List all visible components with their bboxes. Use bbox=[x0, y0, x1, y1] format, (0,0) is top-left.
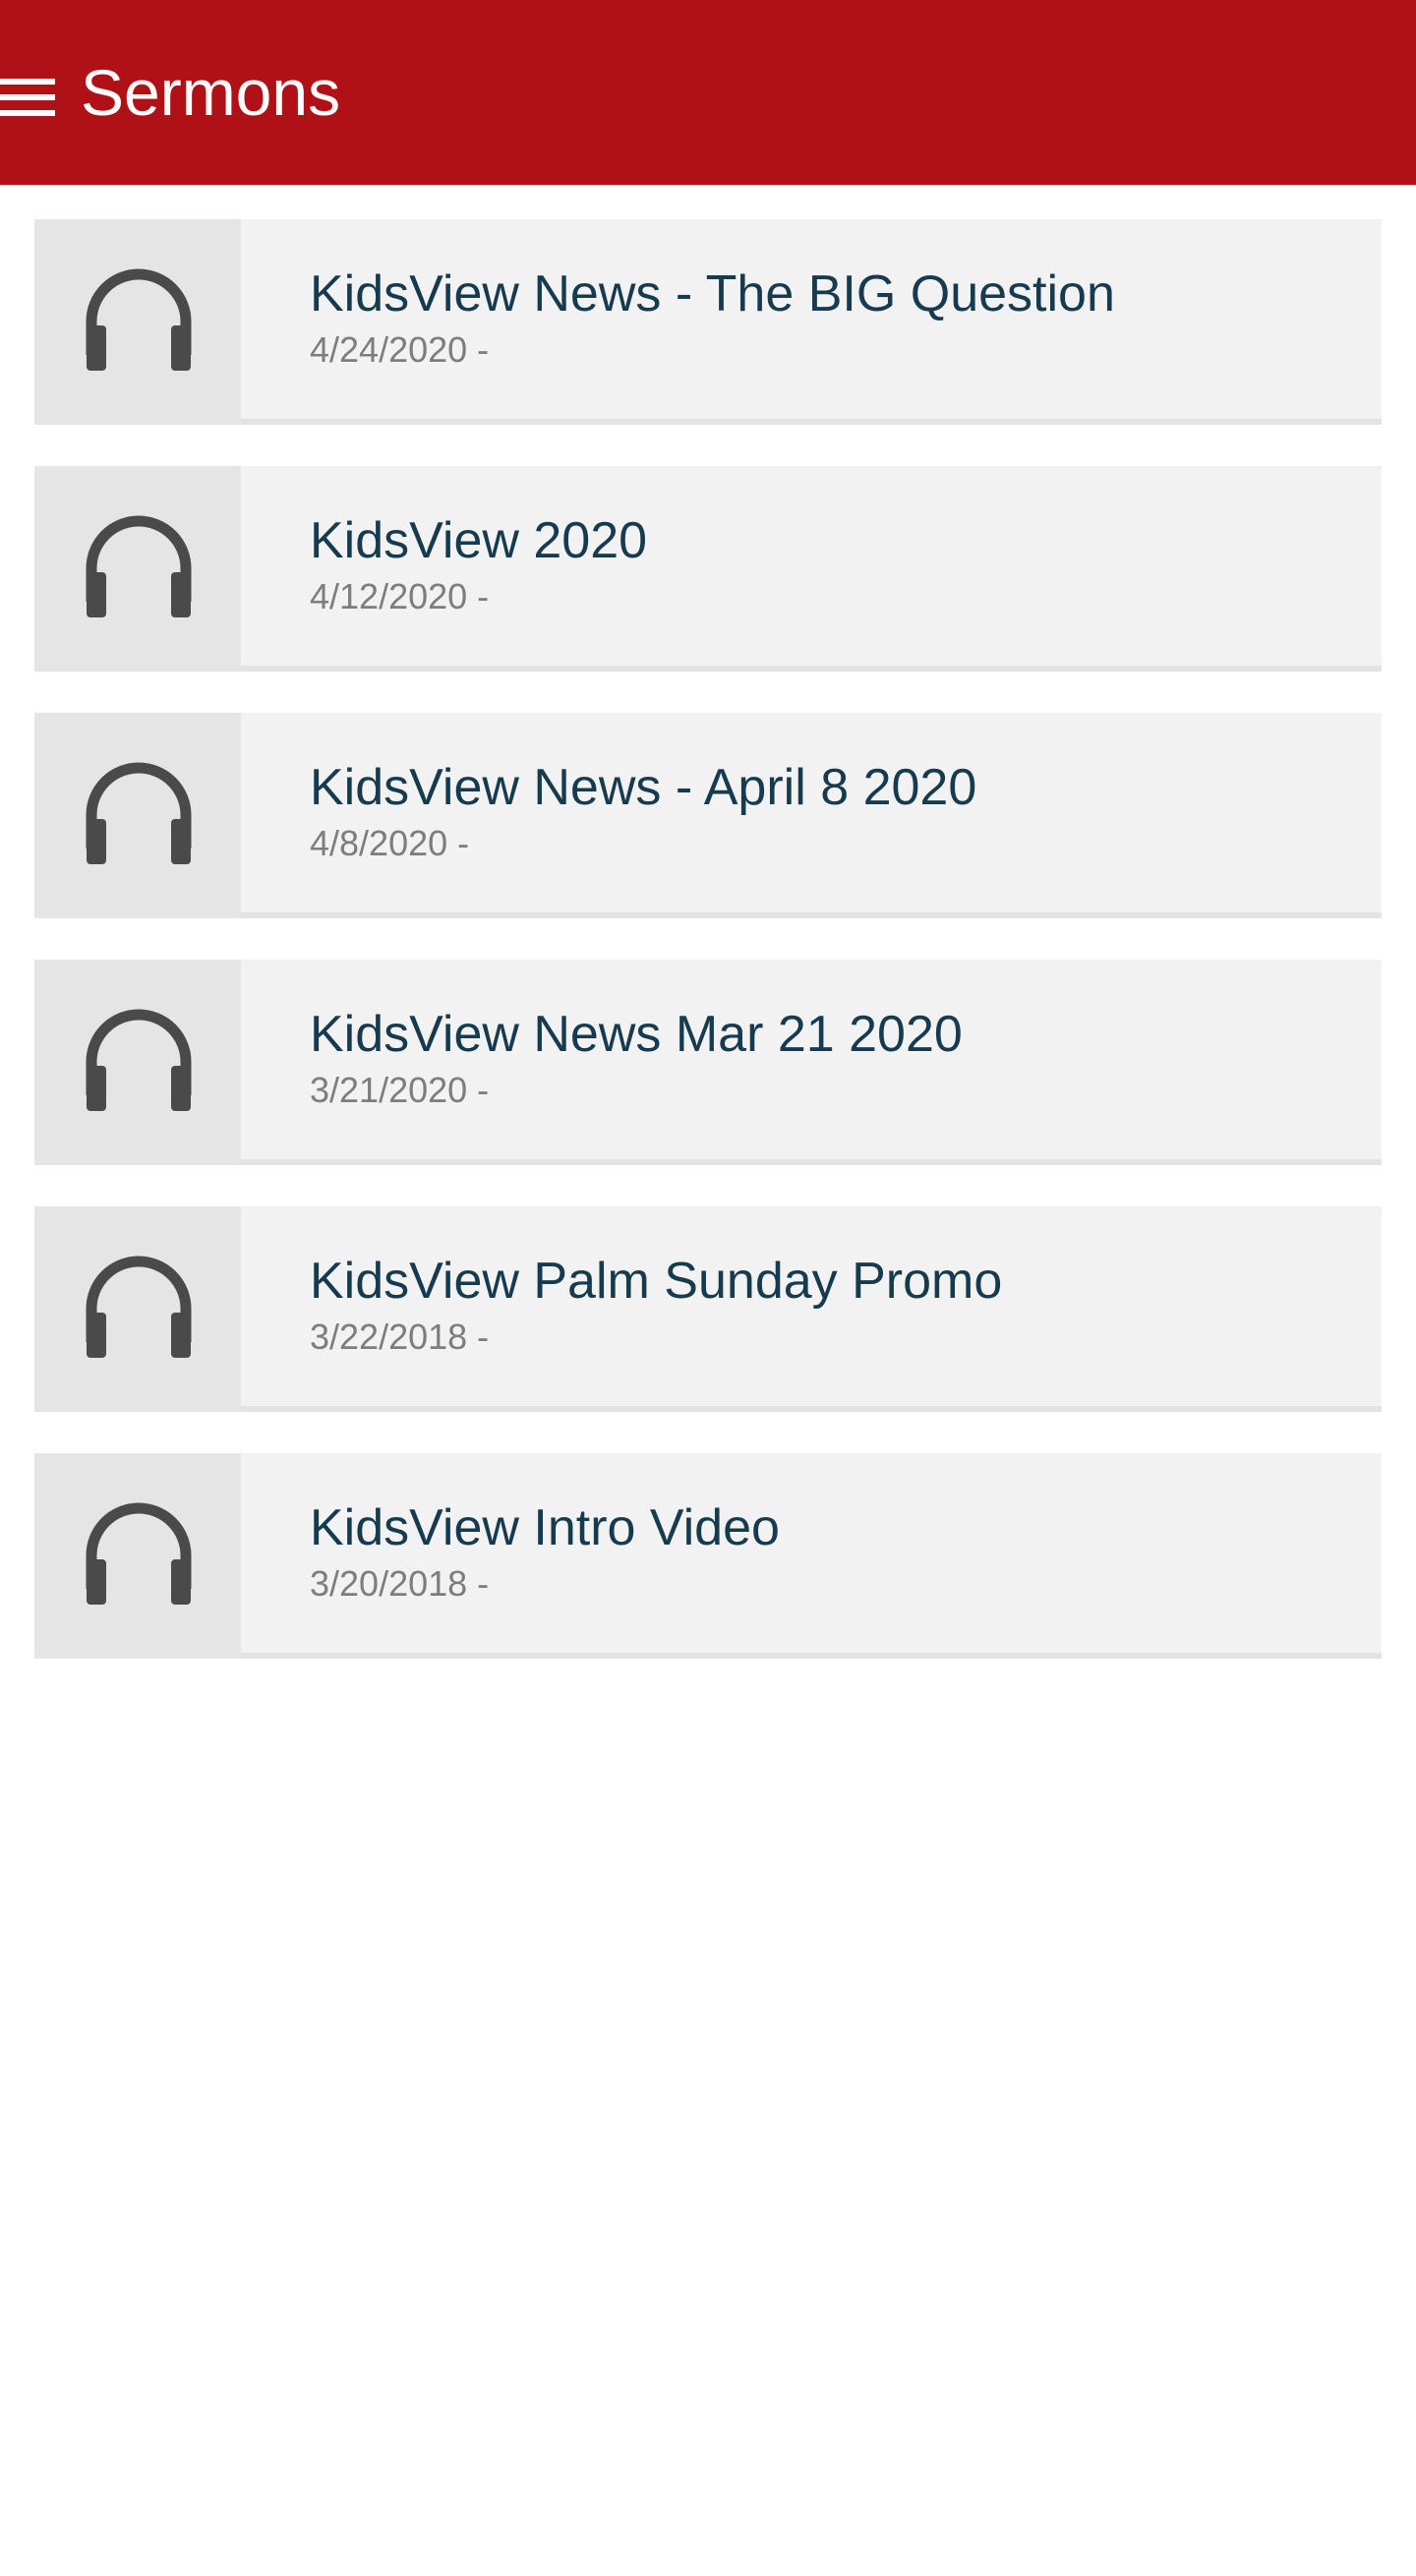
sermon-date: 4/24/2020 - bbox=[310, 329, 490, 370]
page-title: Sermons bbox=[81, 56, 341, 129]
sermon-title: KidsView Intro Video bbox=[310, 1499, 780, 1556]
sermon-date: 3/21/2020 - bbox=[310, 1070, 490, 1110]
sermon-thumbnail bbox=[34, 713, 241, 918]
sermon-title: KidsView News - The BIG Question bbox=[310, 265, 1115, 322]
headphones-icon bbox=[86, 1009, 192, 1111]
hamburger-menu-icon[interactable] bbox=[0, 79, 55, 116]
list-item[interactable]: KidsView 2020 4/12/2020 - bbox=[34, 466, 1382, 672]
headphones-icon bbox=[86, 1502, 192, 1605]
sermon-thumbnail bbox=[34, 1206, 241, 1412]
sermon-title: KidsView Palm Sunday Promo bbox=[310, 1253, 1003, 1310]
headphones-icon bbox=[86, 268, 192, 371]
list-item[interactable]: KidsView News - April 8 2020 4/8/2020 - bbox=[34, 713, 1382, 918]
sermon-date: 3/20/2018 - bbox=[310, 1563, 490, 1604]
list-item[interactable]: KidsView Palm Sunday Promo 3/22/2018 - bbox=[34, 1206, 1382, 1412]
sermon-text: KidsView 2020 4/12/2020 - bbox=[310, 509, 1352, 619]
sermon-title: KidsView News - April 8 2020 bbox=[310, 759, 977, 816]
sermon-list: KidsView News - The BIG Question 4/24/20… bbox=[34, 219, 1382, 1700]
sermon-thumbnail bbox=[34, 466, 241, 672]
sermon-title: KidsView 2020 bbox=[310, 512, 648, 569]
sermon-date: 4/12/2020 - bbox=[310, 576, 490, 616]
sermon-text: KidsView Intro Video 3/20/2018 - bbox=[310, 1496, 1352, 1607]
sermon-thumbnail bbox=[34, 960, 241, 1165]
sermon-date: 4/8/2020 - bbox=[310, 823, 470, 863]
list-item[interactable]: KidsView Intro Video 3/20/2018 - bbox=[34, 1453, 1382, 1659]
sermon-date: 3/22/2018 - bbox=[310, 1317, 490, 1357]
sermon-text: KidsView News Mar 21 2020 3/21/2020 - bbox=[310, 1003, 1352, 1113]
headphones-icon bbox=[86, 515, 192, 617]
sermon-thumbnail bbox=[34, 219, 241, 425]
app-header: Sermons bbox=[0, 0, 1416, 185]
sermon-text: KidsView Palm Sunday Promo 3/22/2018 - bbox=[310, 1250, 1352, 1360]
sermon-text: KidsView News - April 8 2020 4/8/2020 - bbox=[310, 756, 1352, 866]
headphones-icon bbox=[86, 1256, 192, 1358]
sermon-thumbnail bbox=[34, 1453, 241, 1659]
list-item[interactable]: KidsView News - The BIG Question 4/24/20… bbox=[34, 219, 1382, 425]
list-item[interactable]: KidsView News Mar 21 2020 3/21/2020 - bbox=[34, 960, 1382, 1165]
headphones-icon bbox=[86, 762, 192, 864]
sermon-text: KidsView News - The BIG Question 4/24/20… bbox=[310, 263, 1352, 373]
sermon-title: KidsView News Mar 21 2020 bbox=[310, 1006, 963, 1063]
